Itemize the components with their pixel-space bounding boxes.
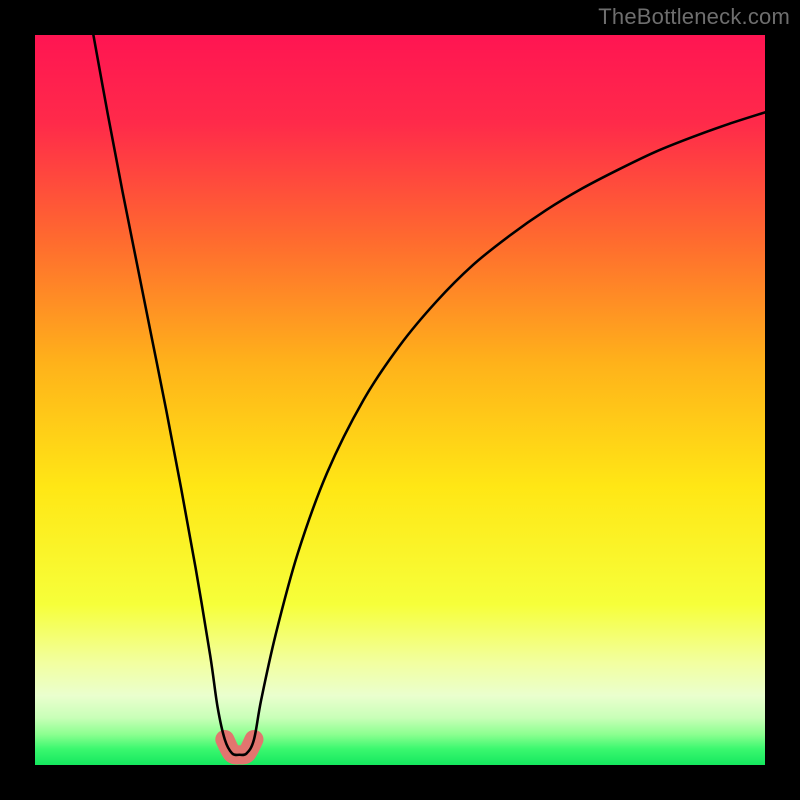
curve-layer — [35, 35, 765, 765]
bottleneck-curve — [93, 35, 765, 755]
watermark-text: TheBottleneck.com — [598, 4, 790, 30]
plot-area — [35, 35, 765, 765]
chart-frame: TheBottleneck.com — [0, 0, 800, 800]
